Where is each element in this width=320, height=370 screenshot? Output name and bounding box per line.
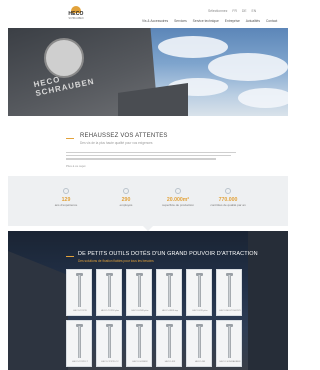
intro-more-link[interactable]: Plus à ce sujet xyxy=(66,164,86,168)
staff-icon xyxy=(123,188,129,194)
product-card[interactable]: HECO-TOPIX-plus xyxy=(96,269,122,316)
nav-item-company[interactable]: Entreprise xyxy=(225,19,240,23)
product-label: HECO-TOPIX-CC xyxy=(101,361,119,363)
stat-label: contrôles de qualité par an xyxy=(210,203,246,207)
stat-label: employés xyxy=(119,203,133,207)
language-select[interactable]: Sélectionnez xyxy=(208,9,227,13)
product-label: HECO-TOPIX-T xyxy=(72,361,88,363)
lang-de-link[interactable]: DE xyxy=(242,9,247,13)
stat-employees: 290 employés xyxy=(106,188,146,208)
screw-icon xyxy=(78,326,81,358)
nav-item-contact[interactable]: Contact xyxy=(266,19,277,23)
people-icon xyxy=(63,188,69,194)
screw-icon xyxy=(228,326,231,358)
intro-title: REHAUSSEZ VOS ATTENTES xyxy=(80,133,168,139)
hero-image: HECO SCHRAUBEN xyxy=(8,28,288,116)
stat-label: superficie de production xyxy=(162,203,194,207)
screw-icon xyxy=(198,326,201,358)
product-card[interactable]: HECO-MULTI-MONTI xyxy=(216,269,242,316)
heco-logo[interactable]: HECO SCHRAUBEN xyxy=(65,6,87,21)
product-card[interactable]: HECO-UNIX-plus xyxy=(126,269,152,316)
product-label: HECO-TOPIX-plus xyxy=(100,310,120,312)
product-label: HECO-FIX xyxy=(164,361,176,363)
intro-paragraph xyxy=(66,152,236,164)
product-label: HECO-SCHRAUBEN xyxy=(219,361,241,363)
page: HECO SCHRAUBEN Sélectionnez FR DE EN Vis… xyxy=(0,0,296,370)
product-card[interactable]: HECO-TOPIX xyxy=(66,269,92,316)
screw-icon xyxy=(138,326,141,358)
product-label: HECO-FIX-plus xyxy=(192,310,208,312)
nav-item-services[interactable]: Services xyxy=(174,19,187,23)
factory-icon xyxy=(175,188,181,194)
products-section: DE PETITS OUTILS DOTÉS D'UN GRAND POUVOI… xyxy=(8,231,288,370)
product-card[interactable]: HECO-TOPIX-T xyxy=(66,320,92,367)
accent-line xyxy=(66,138,74,139)
intro-subtitle: Des vis de la plus haute qualité pour vo… xyxy=(80,141,153,145)
product-label: HECO-UNIX-plus xyxy=(131,310,149,312)
nav-item-news[interactable]: Actualités xyxy=(246,19,260,23)
product-label: HECO-MULTI-MONTI xyxy=(219,310,241,312)
screw-icon xyxy=(228,275,231,307)
product-label: HECO-TOPIX xyxy=(73,310,87,312)
product-card[interactable]: HECO-FIX xyxy=(156,320,182,367)
screw-icon xyxy=(78,275,81,307)
product-card[interactable]: HECO-SCREW xyxy=(126,320,152,367)
logo-tagline: SCHRAUBEN xyxy=(68,17,84,20)
screw-icon xyxy=(168,326,171,358)
product-label: HECO-UNIX-top xyxy=(161,310,179,312)
main-nav: Vis & Accessoires Services Service techn… xyxy=(137,19,277,25)
language-bar: Sélectionnez FR DE EN xyxy=(204,9,256,15)
nav-item-tech[interactable]: Service technique xyxy=(193,19,219,23)
product-card[interactable]: HECO-DR xyxy=(186,320,212,367)
intro-section: REHAUSSEZ VOS ATTENTES Des vis de la plu… xyxy=(0,116,296,176)
product-label: HECO-SCREW xyxy=(132,361,148,363)
nav-item-screws[interactable]: Vis & Accessoires xyxy=(142,19,168,23)
product-label: HECO-DR xyxy=(194,361,206,363)
stat-area: 20.000m² superficie de production xyxy=(158,188,198,208)
lang-fr-link[interactable]: FR xyxy=(232,9,237,13)
stat-label: ans d'expérience xyxy=(54,203,78,207)
stat-experience: 129 ans d'expérience xyxy=(46,188,86,208)
accent-line xyxy=(66,256,74,257)
products-title: DE PETITS OUTILS DOTÉS D'UN GRAND POUVOI… xyxy=(78,251,258,257)
screw-icon xyxy=(138,275,141,307)
stats-band: 129 ans d'expérience 290 employés 20.000… xyxy=(8,176,288,226)
box-icon xyxy=(225,188,231,194)
lang-en-link[interactable]: EN xyxy=(252,9,257,13)
screw-icon xyxy=(108,326,111,358)
screw-icon xyxy=(108,275,111,307)
stat-quality: 770.000 contrôles de qualité par an xyxy=(208,188,248,208)
product-card[interactable]: HECO-UNIX-top xyxy=(156,269,182,316)
product-card[interactable]: HECO-SCHRAUBEN xyxy=(216,320,242,367)
screw-icon xyxy=(198,275,201,307)
site-header: HECO SCHRAUBEN Sélectionnez FR DE EN Vis… xyxy=(0,0,296,27)
product-card[interactable]: HECO-FIX-plus xyxy=(186,269,212,316)
product-card[interactable]: HECO-TOPIX-CC xyxy=(96,320,122,367)
products-subtitle: Des solutions de fixation fiables pour t… xyxy=(78,259,154,263)
screw-icon xyxy=(168,275,171,307)
